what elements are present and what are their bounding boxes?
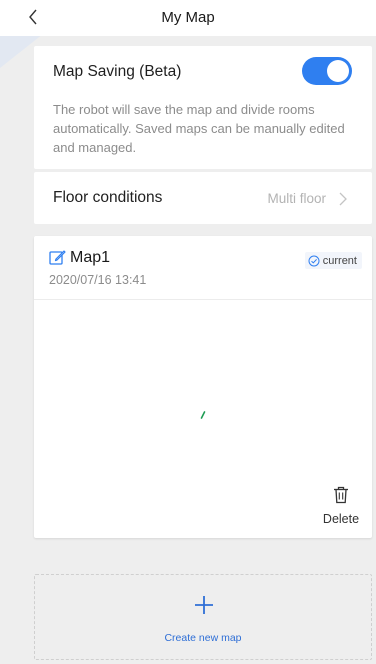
map-saving-description: The robot will save the map and divide r… (53, 102, 345, 155)
chevron-right-icon (339, 192, 347, 206)
map-card: Map1 2020/07/16 13:41 current Delete (34, 236, 372, 538)
top-bar: My Map (0, 0, 376, 36)
plus-icon (195, 596, 213, 614)
create-new-map-button[interactable]: Create new map (34, 574, 372, 660)
trash-icon (334, 486, 348, 504)
map-name: Map1 (70, 249, 111, 266)
floor-conditions-row[interactable]: Floor conditions Multi floor (34, 172, 372, 224)
map-card-header: Map1 2020/07/16 13:41 current (34, 236, 372, 300)
delete-map-button[interactable]: Delete (320, 486, 362, 526)
current-badge: current (304, 252, 362, 269)
toggle-knob (327, 60, 349, 82)
map-saving-toggle[interactable] (302, 57, 352, 85)
map-saving-label: Map Saving (Beta) (53, 63, 182, 80)
create-new-map-label: Create new map (164, 632, 242, 644)
robot-position-marker (200, 411, 206, 419)
my-map-screen: My Map Map Saving (Beta) The robot will … (0, 0, 376, 664)
check-circle-icon (308, 255, 320, 266)
page-title: My Map (161, 9, 215, 26)
delete-label: Delete (322, 512, 360, 526)
floor-conditions-value: Multi floor (267, 191, 326, 206)
floor-conditions-label: Floor conditions (53, 189, 163, 206)
map-saving-card: Map Saving (Beta) The robot will save th… (34, 46, 372, 169)
edit-icon[interactable] (49, 249, 66, 266)
current-badge-label: current (322, 254, 357, 267)
map-date: 2020/07/16 13:41 (49, 273, 147, 287)
map-preview[interactable]: Delete (34, 301, 372, 538)
